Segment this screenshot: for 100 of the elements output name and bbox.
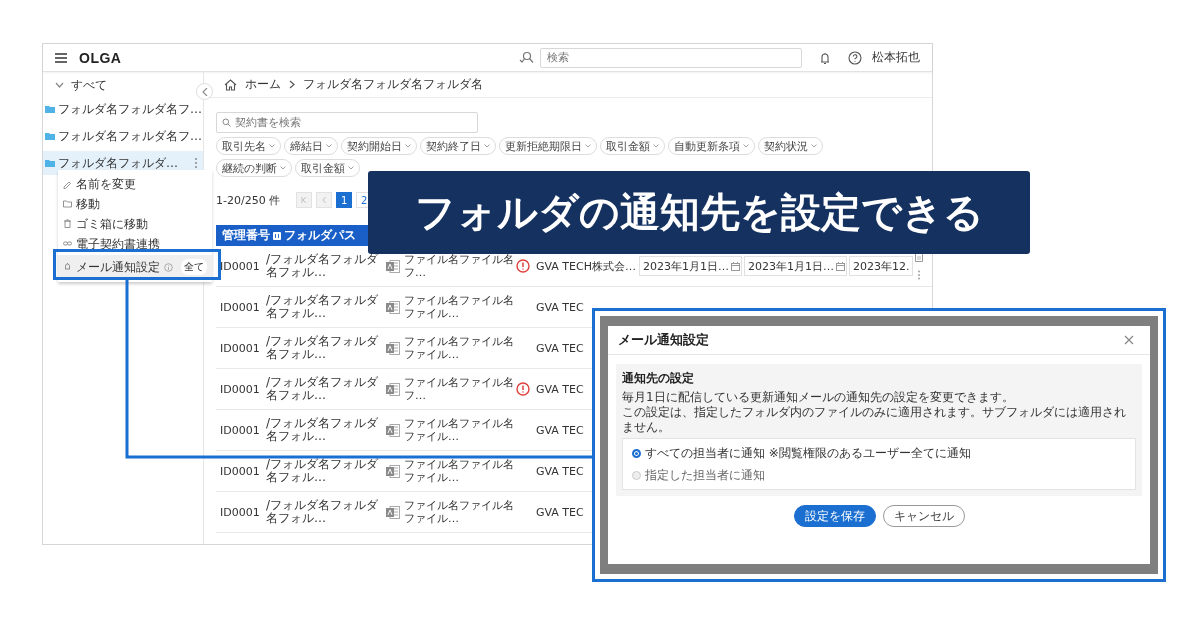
table-cell: /フォルダ名フォルダ名フォル… [266,253,380,279]
table-cell: /フォルダ名フォルダ名フォル… [266,335,380,361]
file-icon [386,382,400,396]
file-link[interactable]: ファイル名ファイル名ファイル… [404,294,516,320]
table-cell: /フォルダ名フォルダ名フォル… [266,458,380,484]
folder-icon [45,132,55,140]
calendar-icon [836,261,845,271]
file-icon [386,300,400,314]
description-text: 毎月1日に配信している更新通知メールの通知先の設定を変更できます。 [622,390,1015,405]
caret-icon [585,144,591,148]
more-icon[interactable] [917,270,921,280]
save-button[interactable]: 設定を保存 [793,505,876,527]
caret-icon [811,144,817,148]
table-cell: /フォルダ名フォルダ名フォル… [266,294,380,320]
menu-item[interactable]: 移動 [58,194,212,214]
dialog-title: メール通知設定 [618,331,709,349]
user-name[interactable]: 松本拓也 [872,49,920,66]
file-link[interactable]: ファイル名ファイル名ファイル… [404,458,516,484]
section-title: 通知先の設定 [622,370,695,387]
breadcrumb-link[interactable]: フォルダ名フォルダ名フォルダ名 [303,76,483,93]
headline-banner: フォルダの通知先を設定できる [368,171,1030,254]
sort-icon [273,231,281,240]
file-link[interactable]: ファイル名ファイル名フ… [404,376,516,402]
search-icon [222,118,231,127]
breadcrumb-link[interactable]: ホーム [245,76,281,93]
caret-icon [326,144,332,148]
bell-icon[interactable] [818,50,832,65]
document-icon[interactable] [915,252,923,262]
search-field[interactable]: 検索 [540,47,802,68]
column-header[interactable]: フォルダパス [284,227,356,244]
caret-icon [269,144,275,148]
table-cell-text: ID0001 [220,382,261,396]
table-cell-text: ID0001 [220,505,261,519]
radio-button[interactable] [632,448,641,458]
scope-badge: 全て [181,259,207,275]
file-link[interactable]: ファイル名ファイル名ファイル… [404,335,516,361]
table-cell-text: ID0001 [220,259,261,273]
menu-item[interactable]: 名前を変更 [58,174,212,194]
table-cell-text: ID0001 [220,423,261,437]
table-cell-text: ID0001 [220,300,261,314]
column-header[interactable]: 管理番号 [222,227,270,244]
table-cell: GVA TEC [536,464,584,478]
info-icon [164,262,173,272]
menu-item[interactable]: メール通知設定 全て [58,255,212,279]
chevron-left-icon [322,197,327,203]
menu-item[interactable]: 電子契約書連携 [58,234,212,254]
trash-icon [63,219,72,229]
app-logo: OLGA [79,49,122,66]
file-link[interactable]: ファイル名ファイル名ファイル… [404,417,516,443]
description-text: この設定は、指定したフォルダ内のファイルのみに適用されます。サブフォルダには適用されません。 [622,405,1127,435]
table-cell: GVA TEC [536,382,584,396]
table-cell-text: ID0001 [220,464,261,478]
chevron-right-icon [289,80,295,89]
file-icon [386,423,400,437]
folder-item[interactable]: フォルダ名フォルダ名フ… [43,97,203,121]
date-field[interactable]: 2023年1月1日… [639,256,742,276]
chevron-icon[interactable] [55,82,64,88]
folder-icon [45,159,55,167]
link-icon [63,239,72,249]
table-cell-text: ID0001 [220,341,261,355]
first-page-icon [301,197,308,203]
menu-item[interactable]: ゴミ箱に移動 [58,214,212,234]
table-cell: GVA TEC [536,341,584,355]
folder-item[interactable]: フォルダ名フォルダ名フ… [43,124,203,148]
menu-icon[interactable] [54,51,68,64]
calendar-icon [731,261,740,271]
file-icon [386,505,400,519]
person-search-icon[interactable] [518,50,534,65]
help-icon[interactable] [848,50,862,65]
date-field[interactable]: 2023年1月1日… [744,256,847,276]
file-icon [386,259,400,273]
date-field[interactable]: 2023年12. [849,256,913,276]
table-cell: GVA TEC [536,300,584,314]
cancel-button[interactable]: キャンセル [882,505,965,527]
file-icon [386,341,400,355]
folder-icon [63,199,72,209]
file-link[interactable]: ファイル名ファイル名ファイル… [404,499,516,525]
table-cell: GVA TEC [536,423,584,437]
folder-icon [45,105,55,113]
table-cell: /フォルダ名フォルダ名フォル… [266,499,380,525]
home-icon[interactable] [224,78,237,91]
result-count: 1-20/250 件 [216,192,281,208]
radio-option[interactable]: すべての担当者に通知 ※閲覧権限のあるユーザー全てに通知 [632,442,1126,464]
table-cell: /フォルダ名フォルダ名フォル… [266,417,380,443]
file-link[interactable]: ファイル名ファイル名フ… [404,253,516,279]
caret-icon [484,144,490,148]
table-cell: GVA TECH株式会… [536,259,636,273]
page-button[interactable]: 1 [336,192,353,208]
search-field[interactable]: 契約書を検索 [216,112,478,133]
caret-icon [280,166,286,170]
caret-icon [653,144,659,148]
caret-icon [743,144,749,148]
close-icon[interactable] [1124,335,1134,345]
bell-icon [63,262,72,272]
pencil-icon [63,179,72,189]
tree-item[interactable]: すべて [71,76,107,94]
chevron-left-icon [201,87,208,96]
collapse-button[interactable] [196,83,213,100]
table-cell: GVA TEC [536,505,584,519]
table-cell: /フォルダ名フォルダ名フォル… [266,376,380,402]
